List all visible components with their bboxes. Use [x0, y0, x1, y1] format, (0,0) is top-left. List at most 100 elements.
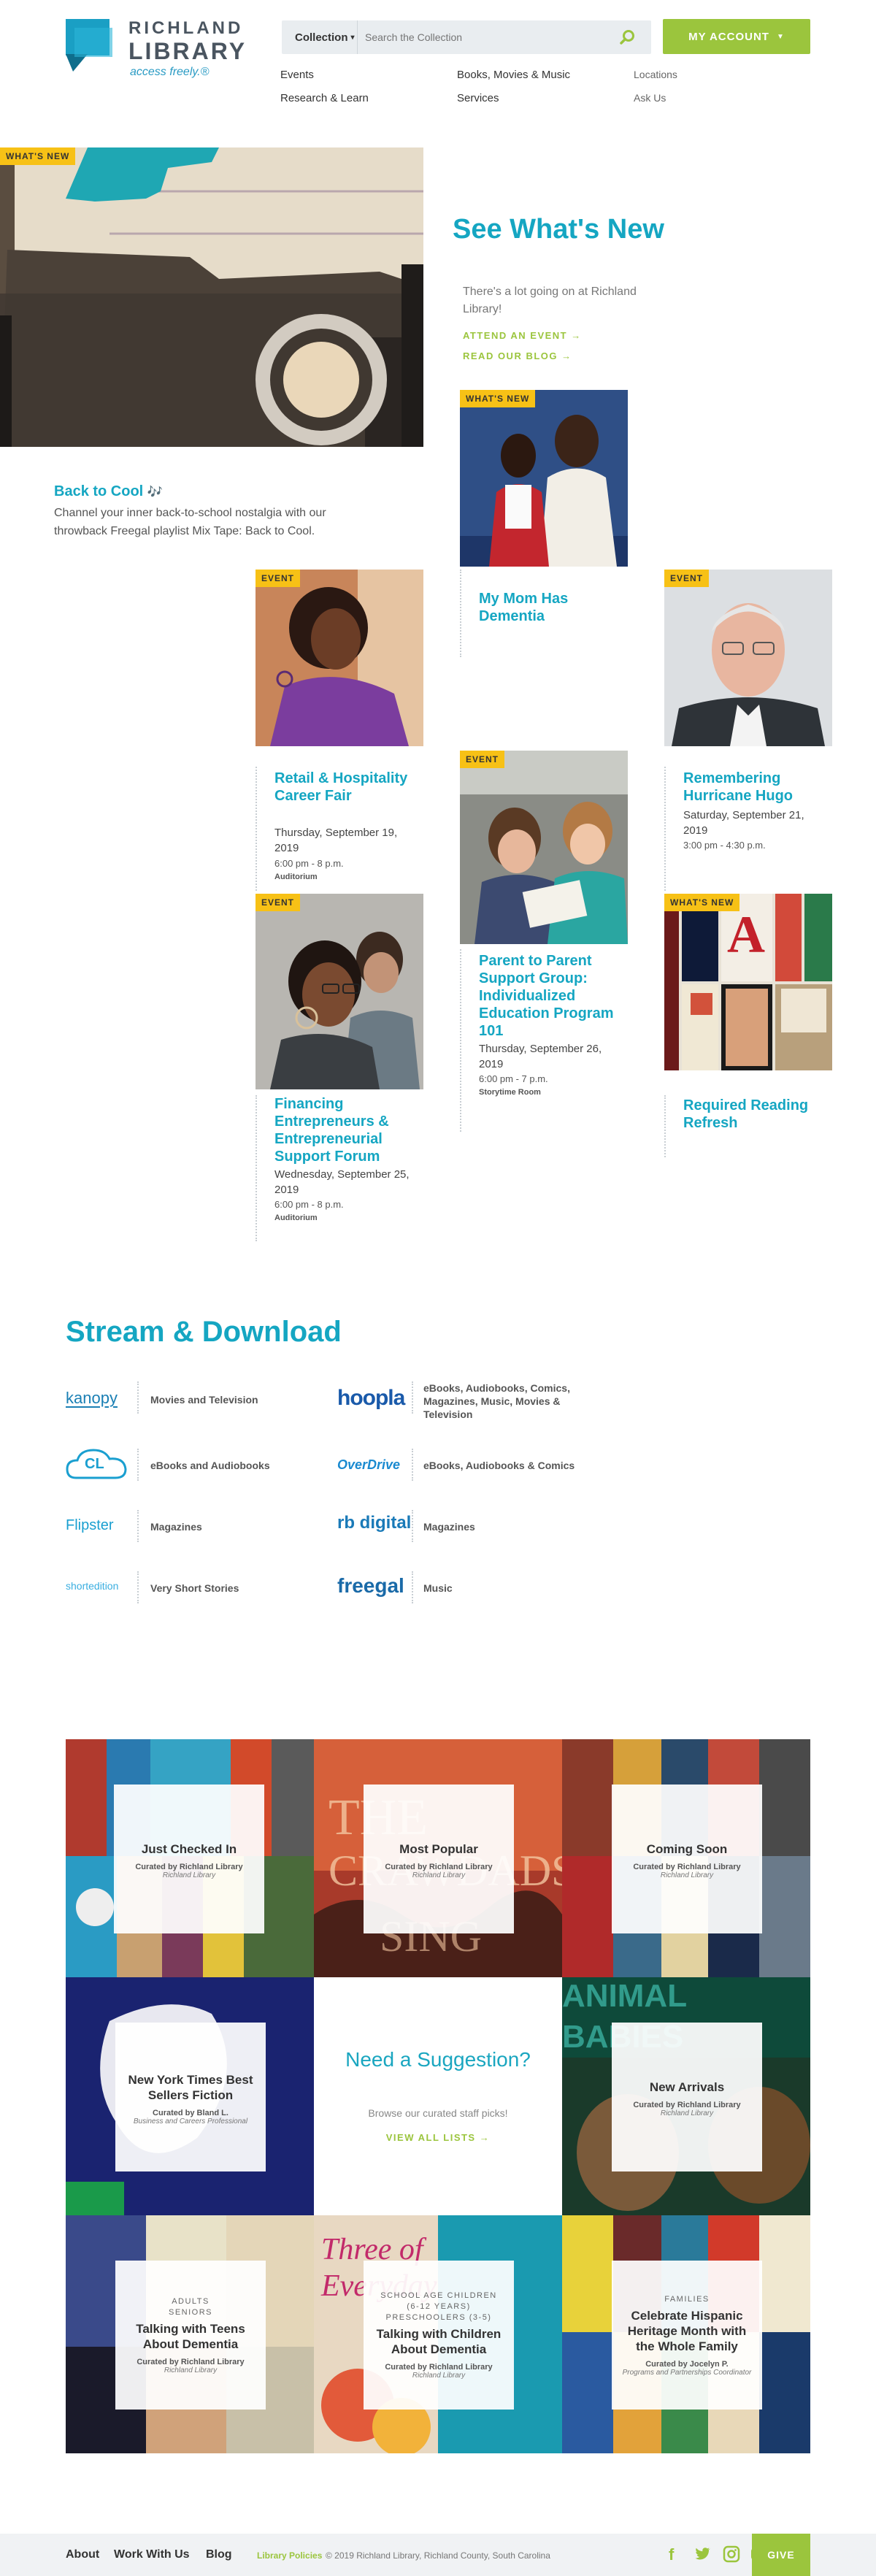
card-title-financing-forum[interactable]: Financing Entrepreneurs & Entrepreneuria… [274, 1095, 413, 1165]
facebook-icon[interactable]: f [669, 2545, 683, 2564]
list-curator: Curated by Richland Library [385, 2363, 493, 2372]
list-card: Most Popular Curated by Richland Library… [364, 1785, 514, 1933]
collection-select[interactable]: Collection ▾ [282, 20, 358, 54]
card-title-parent-support[interactable]: Parent to Parent Support Group: Individu… [479, 952, 618, 1040]
whats-new-badge: WHAT'S NEW [0, 147, 76, 165]
kanopy-logo[interactable]: kanopy [66, 1389, 118, 1408]
caret-down-icon: ▼ [776, 32, 785, 41]
card-title-retail-fair[interactable]: Retail & Hospitality Career Fair [274, 770, 413, 805]
footer-copyright: © 2019 Richland Library, Richland County… [326, 2550, 550, 2561]
search-input[interactable] [365, 20, 606, 54]
twitter-icon[interactable] [694, 2545, 711, 2563]
back-to-cool-description: Channel your inner back-to-school nostal… [54, 507, 326, 537]
card-date: Wednesday, September 25, 2019 [274, 1168, 410, 1196]
service-divider [412, 1449, 413, 1481]
cl-label[interactable]: eBooks and Audiobooks [150, 1459, 296, 1472]
hoopla-logo[interactable]: hoopla [337, 1386, 405, 1411]
flipster-logo[interactable]: Flipster [66, 1517, 114, 1534]
list-tile-new-arrivals[interactable]: ANIMAL BABIES New Arrivals Curated by Ri… [562, 1977, 810, 2215]
search-bar: Collection ▾ [282, 20, 651, 54]
attend-event-link[interactable]: ATTEND AN EVENT → [463, 330, 582, 341]
overdrive-label[interactable]: eBooks, Audiobooks & Comics [423, 1459, 591, 1472]
list-tile-most-popular[interactable]: THE CRAWDADS SING Most Popular Curated b… [314, 1739, 562, 1977]
overdrive-logo[interactable]: OverDrive [337, 1457, 400, 1473]
card-divider [460, 949, 461, 1132]
logo-tagline: access freely.® [130, 66, 210, 78]
nav-events[interactable]: Events [280, 69, 314, 81]
card-badge: WHAT'S NEW [664, 894, 740, 911]
list-audience: ADULTS [172, 2296, 210, 2306]
card-image-parent-support[interactable] [460, 751, 628, 944]
card-image-required-reading[interactable]: A [664, 894, 832, 1070]
nav-locations[interactable]: Locations [634, 69, 677, 80]
freegal-logo[interactable]: freegal [337, 1574, 404, 1598]
collection-select-label: Collection [295, 31, 348, 44]
list-tile-children-dementia[interactable]: Three of Everyday SCHOOL AGE CHILDREN (6… [314, 2215, 562, 2453]
list-title: Celebrate Hispanic Heritage Month with t… [627, 2308, 747, 2353]
list-tile-hispanic-heritage[interactable]: FAMILIES Celebrate Hispanic Heritage Mon… [562, 2215, 810, 2453]
my-account-button[interactable]: MY ACCOUNT ▼ [663, 19, 810, 54]
hoopla-label[interactable]: eBooks, Audiobooks, Comics, Magazines, M… [423, 1381, 591, 1421]
service-divider [412, 1510, 413, 1542]
instagram-icon[interactable] [723, 2545, 740, 2563]
back-to-cool-link[interactable]: Back to Cool 🎶 [54, 483, 163, 500]
card-title-hurricane-hugo[interactable]: Remembering Hurricane Hugo [683, 770, 822, 805]
footer-policies-link[interactable]: Library Policies [257, 2550, 322, 2561]
list-title: Talking with Teens About Dementia [136, 2321, 245, 2351]
card-date: Thursday, September 19, 2019 [274, 827, 398, 854]
logo-mark[interactable] [66, 19, 112, 73]
list-tile-coming-soon[interactable]: Coming Soon Curated by Richland Library … [562, 1739, 810, 1977]
give-button[interactable]: GIVE [752, 2534, 810, 2576]
list-tile-teens-dementia[interactable]: ADULTS SENIORS Talking with Teens About … [66, 2215, 314, 2453]
card-date: Thursday, September 26, 2019 [479, 1043, 602, 1070]
nav-ask-us[interactable]: Ask Us [634, 92, 666, 104]
shortedition-logo[interactable]: shortedition [66, 1580, 118, 1592]
list-tile-nyt-fiction[interactable]: New York Times Best Sellers Fiction Cura… [66, 1977, 314, 2215]
hero-description: There's a lot going on at Richland Libra… [463, 285, 637, 315]
nav-books-movies-music[interactable]: Books, Movies & Music [457, 69, 570, 81]
kanopy-label[interactable]: Movies and Television [150, 1393, 274, 1406]
card-badge: EVENT [664, 570, 710, 587]
list-card: Just Checked In Curated by Richland Libr… [114, 1785, 264, 1933]
list-curator: Curated by Richland Library [633, 2101, 741, 2109]
nav-services[interactable]: Services [457, 92, 499, 104]
list-curator: Curated by Jocelyn P. [645, 2359, 729, 2369]
logo-line-1: RICHLAND [128, 18, 244, 38]
rbdigital-label[interactable]: Magazines [423, 1520, 569, 1533]
card-image-hurricane-hugo[interactable] [664, 570, 832, 746]
footer-work-link[interactable]: Work With Us [114, 2548, 190, 2561]
read-blog-link[interactable]: READ OUR BLOG → [463, 350, 572, 361]
search-icon [620, 30, 634, 45]
card-title-mom-dementia[interactable]: My Mom Has Dementia [479, 590, 610, 625]
footer-blog-link[interactable]: Blog [206, 2548, 232, 2561]
view-all-lists-link[interactable]: VIEW ALL LISTS → [314, 2132, 562, 2143]
cl-logo[interactable]: CL [66, 1446, 127, 1484]
search-button[interactable] [613, 20, 642, 54]
list-tile-just-checked-in[interactable]: Just Checked In Curated by Richland Libr… [66, 1739, 314, 1977]
service-divider [137, 1449, 139, 1481]
footer-about-link[interactable]: About [66, 2548, 99, 2561]
card-divider [256, 1095, 257, 1241]
card-image-mom-dementia[interactable] [460, 390, 628, 567]
nav-research-learn[interactable]: Research & Learn [280, 92, 369, 104]
flipster-label[interactable]: Magazines [150, 1520, 274, 1533]
stream-download-title: Stream & Download [66, 1316, 342, 1348]
list-curator-org: Business and Careers Professional [133, 2117, 248, 2125]
list-card: FAMILIES Celebrate Hispanic Heritage Mon… [612, 2261, 762, 2410]
list-audience: SCHOOL AGE CHILDREN (6-12 YEARS) [380, 2291, 497, 2311]
cl-logo-text: CL [85, 1456, 104, 1472]
rbdigital-logo[interactable]: rb digital [337, 1513, 411, 1533]
card-image-retail-fair[interactable] [256, 570, 423, 746]
list-curator-org: Programs and Partnerships Coordinator [622, 2368, 752, 2377]
list-card: Coming Soon Curated by Richland Library … [612, 1785, 762, 1933]
card-image-financing-forum[interactable] [256, 894, 423, 1089]
list-title: Just Checked In [141, 1842, 237, 1856]
hero-image-cassette[interactable] [0, 147, 423, 447]
freegal-label[interactable]: Music [423, 1582, 569, 1595]
shortedition-label[interactable]: Very Short Stories [150, 1582, 274, 1595]
list-curator: Curated by Richland Library [385, 1863, 493, 1871]
list-audience: FAMILIES [664, 2294, 710, 2304]
logo-wordmark[interactable]: RICHLAND LIBRARY [128, 18, 247, 64]
card-time: 6:00 pm - 7 p.m. [479, 1073, 548, 1084]
card-title-required-reading[interactable]: Required Reading Refresh [683, 1097, 822, 1132]
